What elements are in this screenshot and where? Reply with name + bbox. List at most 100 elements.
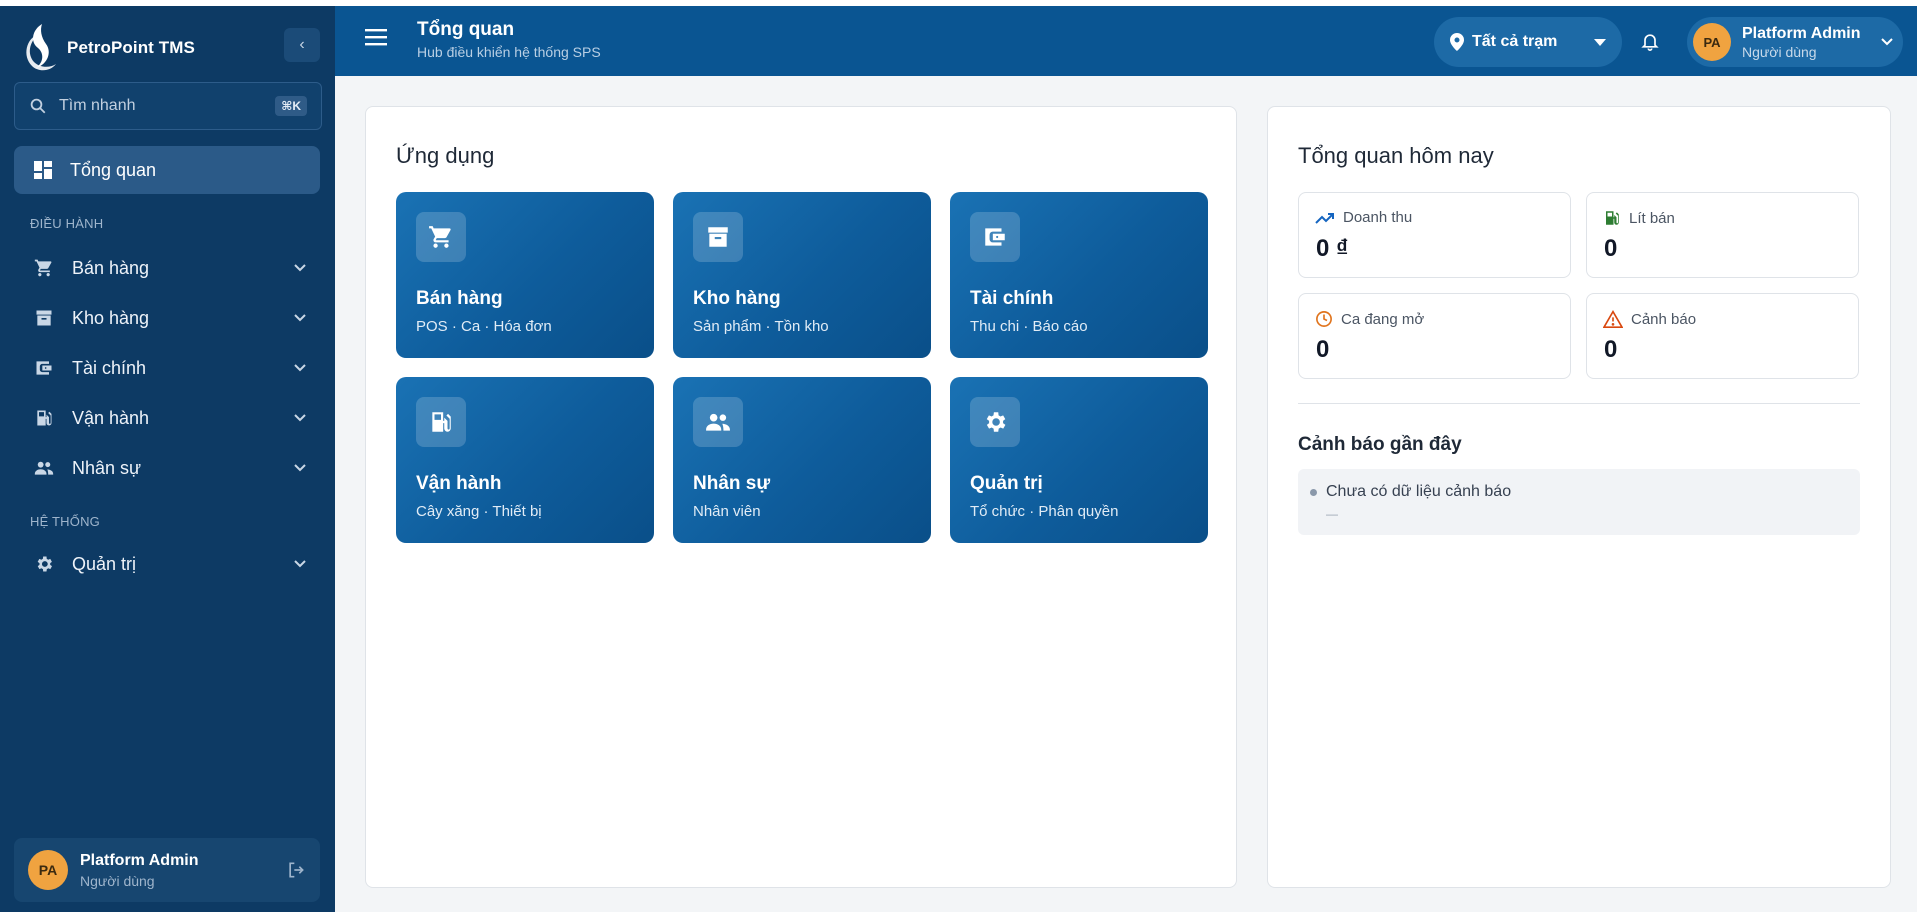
people-icon xyxy=(706,413,730,431)
wallet-icon xyxy=(36,361,52,375)
chevron-down-icon xyxy=(294,314,306,322)
sidebar-item-finance[interactable]: Tài chính xyxy=(14,346,320,390)
app-tile-desc: Tổ chức · Phân quyền xyxy=(970,503,1119,520)
chevron-down-icon xyxy=(294,264,306,272)
search-input[interactable] xyxy=(59,97,276,115)
stat-value: 0 xyxy=(1316,336,1330,363)
chevron-left-icon: ‹ xyxy=(299,36,305,53)
sidebar-item-label: Quản trị xyxy=(72,553,137,574)
chevron-down-icon xyxy=(1881,38,1893,46)
overview-title: Tổng quan hôm nay xyxy=(1298,143,1494,168)
archive-icon xyxy=(708,227,728,247)
dashboard-icon xyxy=(34,161,52,179)
sidebar-item-admin[interactable]: Quản trị xyxy=(14,542,320,586)
collapse-sidebar-button[interactable]: ‹ xyxy=(284,28,320,62)
sidebar-item-inventory[interactable]: Kho hàng xyxy=(14,296,320,340)
chevron-down-icon xyxy=(294,414,306,422)
app-tile-hr[interactable]: Nhân sự Nhân viên xyxy=(673,377,931,543)
sidebar-item-label: Tài chính xyxy=(72,357,147,378)
stat-value: 0 xyxy=(1604,336,1618,363)
app-tile-desc: Sản phẩm · Tồn kho xyxy=(693,318,829,335)
page-subtitle: Hub điều khiển hệ thống SPS xyxy=(417,44,601,60)
app-tile-finance[interactable]: Tài chính Thu chi · Báo cáo xyxy=(950,192,1208,358)
recent-alerts-title: Cảnh báo gần đây xyxy=(1298,434,1462,455)
section-label-operations: ĐIỀU HÀNH xyxy=(30,216,104,231)
app-tile-name: Tài chính xyxy=(970,288,1054,309)
shortcut-badge: ⌘K xyxy=(275,96,307,116)
page-title: Tổng quan xyxy=(417,19,515,40)
cart-icon xyxy=(429,226,451,248)
sidebar-item-label: Nhân sự xyxy=(72,457,142,478)
station-selector-value: Tất cả trạm xyxy=(1472,33,1558,50)
apps-panel: Ứng dụng Bán hàng POS · Ca · Hóa đơn Kho… xyxy=(365,106,1237,888)
app-tile-name: Quản trị xyxy=(970,473,1043,494)
chevron-down-icon xyxy=(294,560,306,568)
app-tile-desc: Cây xăng · Thiết bị xyxy=(416,503,542,520)
brand[interactable]: PetroPoint TMS xyxy=(18,18,195,78)
sidebar-item-hr[interactable]: Nhân sự xyxy=(14,446,320,490)
user-role: Người dùng xyxy=(80,872,155,889)
user-name: Platform Admin xyxy=(1742,24,1861,42)
stat-value: 0 ₫ xyxy=(1316,235,1349,262)
top-header: Tổng quan Hub điều khiển hệ thống SPS Tấ… xyxy=(335,6,1917,76)
stat-card-open-shifts: Ca đang mở 0 xyxy=(1298,293,1571,379)
chevron-down-icon xyxy=(294,364,306,372)
app-tile-desc: Nhân viên xyxy=(693,503,761,520)
alert-meta: — xyxy=(1326,507,1338,521)
stat-label: Lít bán xyxy=(1629,209,1675,227)
sidebar-item-label: Vận hành xyxy=(72,407,150,428)
fuel-pump-icon xyxy=(432,412,451,432)
app-tile-operations[interactable]: Vận hành Cây xăng · Thiết bị xyxy=(396,377,654,543)
wallet-icon xyxy=(985,228,1005,246)
notification-bell-icon[interactable] xyxy=(1640,30,1660,52)
stat-label: Cảnh báo xyxy=(1631,310,1697,328)
brand-name: PetroPoint TMS xyxy=(67,38,195,57)
trending-up-icon xyxy=(1315,212,1334,224)
sidebar-item-overview[interactable]: Tổng quan xyxy=(14,146,320,194)
app-tile-admin[interactable]: Quản trị Tổ chức · Phân quyền xyxy=(950,377,1208,543)
sidebar-item-label: Bán hàng xyxy=(72,257,150,278)
app-tile-sales[interactable]: Bán hàng POS · Ca · Hóa đơn xyxy=(396,192,654,358)
header-user-menu[interactable]: PA Platform Admin Người dùng xyxy=(1687,17,1903,67)
sidebar-item-label: Kho hàng xyxy=(72,307,150,328)
fuel-pump-icon xyxy=(37,410,52,426)
stat-card-liters-sold: Lít bán 0 xyxy=(1586,192,1859,278)
divider xyxy=(1298,403,1860,404)
sidebar-item-operations[interactable]: Vận hành xyxy=(14,396,320,440)
menu-icon[interactable] xyxy=(365,28,387,46)
today-overview-panel: Tổng quan hôm nay Doanh thu 0 ₫ Lít bán … xyxy=(1267,106,1891,888)
logout-icon[interactable] xyxy=(286,860,306,880)
stat-value: 0 xyxy=(1604,235,1618,262)
clock-icon xyxy=(1316,311,1332,327)
app-tile-desc: Thu chi · Báo cáo xyxy=(970,318,1088,335)
app-tile-desc: POS · Ca · Hóa đơn xyxy=(416,318,552,335)
gear-icon xyxy=(37,556,52,572)
stat-label: Doanh thu xyxy=(1343,209,1413,226)
archive-icon xyxy=(36,310,52,326)
app-tile-name: Kho hàng xyxy=(693,288,781,309)
list-item: Chưa có dữ liệu cảnh báo — xyxy=(1298,469,1860,535)
sidebar-user-card: PA Platform Admin Người dùng xyxy=(14,838,320,902)
app-tile-name: Bán hàng xyxy=(416,288,503,309)
people-icon xyxy=(34,461,54,475)
sidebar-item-sales[interactable]: Bán hàng xyxy=(14,246,320,290)
apps-title: Ứng dụng xyxy=(396,143,495,168)
avatar: PA xyxy=(1693,23,1731,61)
section-label-system: HỆ THỐNG xyxy=(30,514,100,529)
stat-card-revenue: Doanh thu 0 ₫ xyxy=(1298,192,1571,278)
gear-icon xyxy=(986,412,1006,432)
caret-down-icon xyxy=(1594,38,1606,46)
avatar: PA xyxy=(28,850,68,890)
cart-icon xyxy=(34,259,52,277)
station-selector[interactable]: Tất cả trạm xyxy=(1434,17,1622,67)
search-icon xyxy=(30,98,46,114)
app-tile-name: Vận hành xyxy=(416,473,502,494)
bullet-dot xyxy=(1310,489,1317,496)
chevron-down-icon xyxy=(294,464,306,472)
user-role: Người dùng xyxy=(1742,43,1817,60)
quick-search[interactable]: ⌘K xyxy=(14,82,322,130)
stat-label: Ca đang mở xyxy=(1341,310,1425,328)
fuel-pump-icon xyxy=(1606,211,1619,225)
app-tile-name: Nhân sự xyxy=(693,473,771,494)
app-tile-inventory[interactable]: Kho hàng Sản phẩm · Tồn kho xyxy=(673,192,931,358)
